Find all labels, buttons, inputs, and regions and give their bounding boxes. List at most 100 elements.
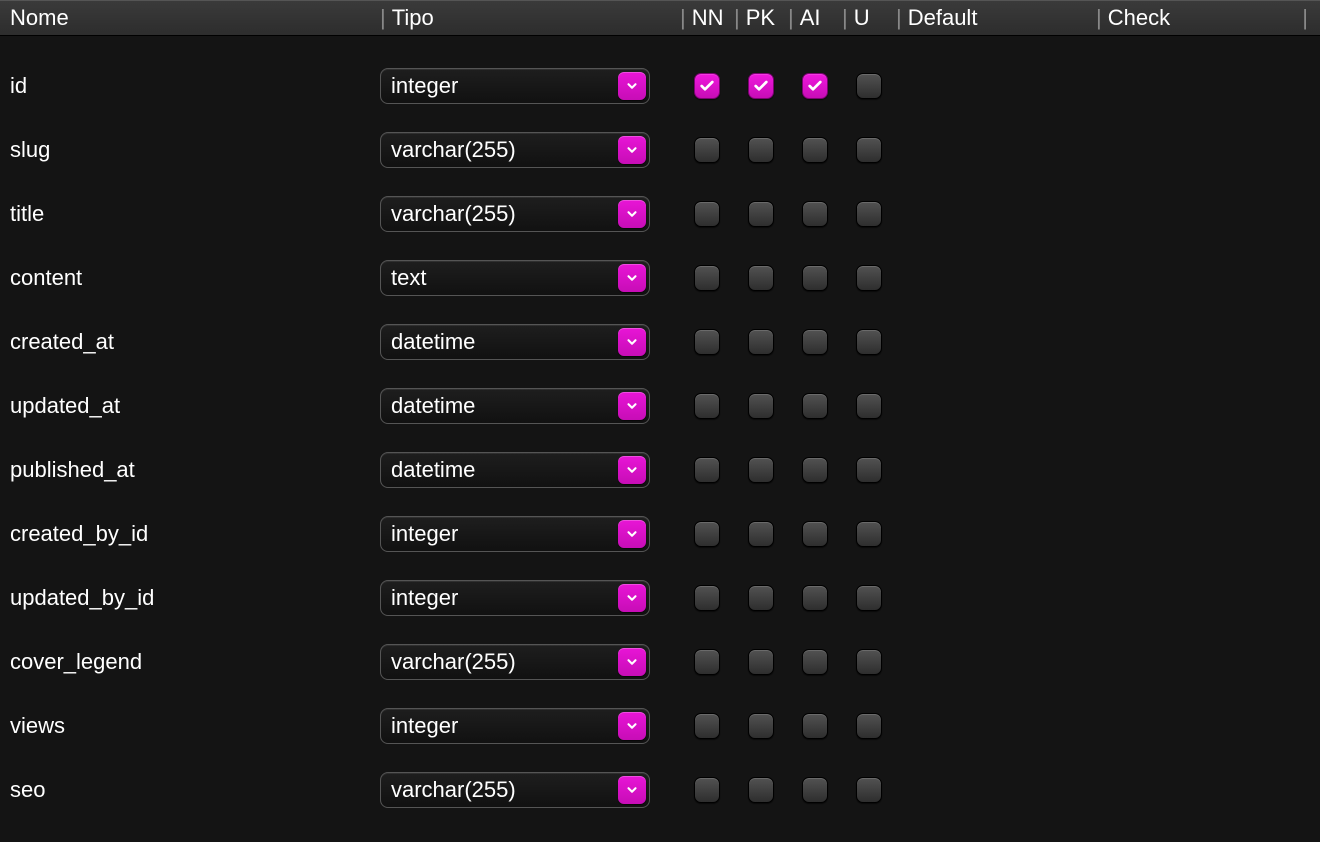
column-name[interactable]: seo	[10, 777, 380, 803]
column-name[interactable]: title	[10, 201, 380, 227]
chevron-down-icon[interactable]	[618, 648, 646, 676]
chevron-down-icon[interactable]	[618, 264, 646, 292]
ai-checkbox[interactable]	[802, 329, 828, 355]
nn-checkbox[interactable]	[694, 585, 720, 611]
header-type[interactable]: | Tipo	[380, 5, 680, 31]
pk-checkbox[interactable]	[748, 457, 774, 483]
u-checkbox[interactable]	[856, 201, 882, 227]
nn-checkbox[interactable]	[694, 521, 720, 547]
flags	[680, 457, 896, 483]
u-checkbox[interactable]	[856, 457, 882, 483]
pk-checkbox[interactable]	[748, 585, 774, 611]
type-select[interactable]: text	[380, 260, 650, 296]
ai-checkbox[interactable]	[802, 393, 828, 419]
chevron-down-icon[interactable]	[618, 136, 646, 164]
pk-checkbox[interactable]	[748, 713, 774, 739]
nn-checkbox[interactable]	[694, 713, 720, 739]
header-pk[interactable]: | PK	[734, 5, 788, 31]
u-checkbox[interactable]	[856, 265, 882, 291]
chevron-down-icon[interactable]	[618, 456, 646, 484]
type-value: integer	[391, 713, 458, 739]
u-checkbox[interactable]	[856, 393, 882, 419]
pk-checkbox[interactable]	[748, 393, 774, 419]
ai-checkbox[interactable]	[802, 73, 828, 99]
type-select[interactable]: varchar(255)	[380, 772, 650, 808]
nn-checkbox[interactable]	[694, 137, 720, 163]
nn-checkbox[interactable]	[694, 201, 720, 227]
u-checkbox[interactable]	[856, 713, 882, 739]
nn-checkbox[interactable]	[694, 457, 720, 483]
ai-checkbox[interactable]	[802, 521, 828, 547]
nn-checkbox[interactable]	[694, 393, 720, 419]
header-check[interactable]: | Check	[1096, 5, 1296, 31]
ai-checkbox[interactable]	[802, 777, 828, 803]
ai-checkbox[interactable]	[802, 585, 828, 611]
type-select[interactable]: datetime	[380, 324, 650, 360]
type-select[interactable]: integer	[380, 68, 650, 104]
pk-checkbox[interactable]	[748, 73, 774, 99]
pk-checkbox[interactable]	[748, 201, 774, 227]
u-checkbox[interactable]	[856, 73, 882, 99]
u-checkbox[interactable]	[856, 521, 882, 547]
chevron-down-icon[interactable]	[618, 520, 646, 548]
type-select[interactable]: datetime	[380, 388, 650, 424]
header-default[interactable]: | Default	[896, 5, 1096, 31]
type-select[interactable]: datetime	[380, 452, 650, 488]
column-name[interactable]: content	[10, 265, 380, 291]
type-select[interactable]: varchar(255)	[380, 644, 650, 680]
nn-checkbox[interactable]	[694, 329, 720, 355]
header-nn[interactable]: | NN	[680, 5, 734, 31]
column-name[interactable]: created_by_id	[10, 521, 380, 547]
nn-checkbox[interactable]	[694, 73, 720, 99]
u-checkbox[interactable]	[856, 137, 882, 163]
pk-checkbox[interactable]	[748, 777, 774, 803]
flags	[680, 329, 896, 355]
u-checkbox[interactable]	[856, 777, 882, 803]
pk-checkbox[interactable]	[748, 265, 774, 291]
pk-checkbox[interactable]	[748, 649, 774, 675]
nn-checkbox[interactable]	[694, 265, 720, 291]
chevron-down-icon[interactable]	[618, 584, 646, 612]
chevron-down-icon[interactable]	[618, 776, 646, 804]
pk-checkbox[interactable]	[748, 137, 774, 163]
header-u[interactable]: | U	[842, 5, 896, 31]
flag-slot-ai	[788, 777, 842, 803]
ai-checkbox[interactable]	[802, 713, 828, 739]
column-name[interactable]: cover_legend	[10, 649, 380, 675]
chevron-down-icon[interactable]	[618, 200, 646, 228]
nn-checkbox[interactable]	[694, 777, 720, 803]
type-select[interactable]: integer	[380, 516, 650, 552]
table-row: idinteger	[0, 54, 1320, 118]
chevron-down-icon[interactable]	[618, 712, 646, 740]
u-checkbox[interactable]	[856, 585, 882, 611]
u-checkbox[interactable]	[856, 329, 882, 355]
type-select[interactable]: integer	[380, 580, 650, 616]
column-name[interactable]: slug	[10, 137, 380, 163]
column-name[interactable]: views	[10, 713, 380, 739]
type-select[interactable]: varchar(255)	[380, 196, 650, 232]
column-name[interactable]: updated_at	[10, 393, 380, 419]
column-name[interactable]: id	[10, 73, 380, 99]
pk-checkbox[interactable]	[748, 329, 774, 355]
u-checkbox[interactable]	[856, 649, 882, 675]
header-ai[interactable]: | AI	[788, 5, 842, 31]
pk-checkbox[interactable]	[748, 521, 774, 547]
ai-checkbox[interactable]	[802, 137, 828, 163]
ai-checkbox[interactable]	[802, 457, 828, 483]
column-name[interactable]: updated_by_id	[10, 585, 380, 611]
type-select[interactable]: varchar(255)	[380, 132, 650, 168]
header-name[interactable]: Nome	[10, 5, 380, 31]
chevron-down-icon[interactable]	[618, 328, 646, 356]
type-value: varchar(255)	[391, 201, 516, 227]
ai-checkbox[interactable]	[802, 649, 828, 675]
ai-checkbox[interactable]	[802, 201, 828, 227]
ai-checkbox[interactable]	[802, 265, 828, 291]
flag-slot-pk	[734, 777, 788, 803]
chevron-down-icon[interactable]	[618, 392, 646, 420]
chevron-down-icon[interactable]	[618, 72, 646, 100]
nn-checkbox[interactable]	[694, 649, 720, 675]
type-select[interactable]: integer	[380, 708, 650, 744]
column-name[interactable]: published_at	[10, 457, 380, 483]
column-name[interactable]: created_at	[10, 329, 380, 355]
table-row: seovarchar(255)	[0, 758, 1320, 822]
